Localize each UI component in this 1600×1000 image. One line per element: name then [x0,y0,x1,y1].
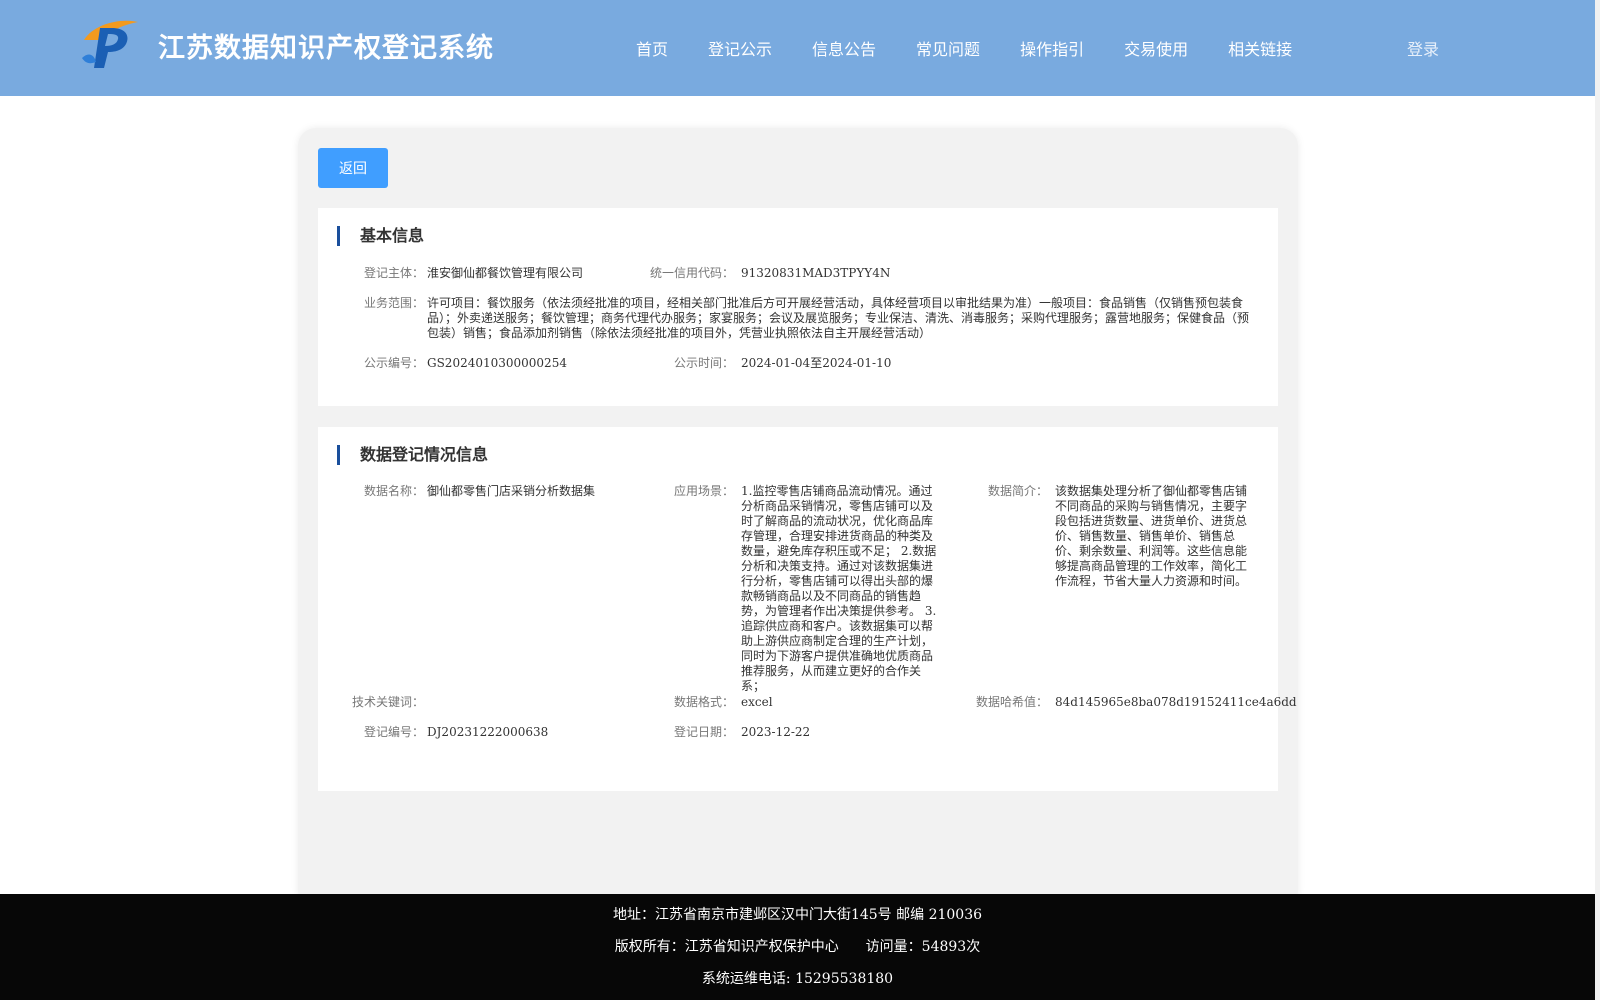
value-application-scene: 1.监控零售店铺商品流动情况。通过分析商品采销情况，零售店铺可以及时了解商品的流… [741,484,937,693]
nav-faq[interactable]: 常见问题 [916,36,980,60]
label-registration-date: 登记日期： [673,725,734,739]
site-title: 江苏数据知识产权登记系统 [158,33,494,64]
label-subject: 登记主体： [363,266,424,280]
value-subject: 淮安御仙都餐饮管理有限公司 [427,266,584,280]
site-logo-icon[interactable] [80,18,142,72]
label-application-scene: 应用场景： [673,484,734,498]
label-notice-time: 公示时间： [673,356,734,370]
nav-home[interactable]: 首页 [636,36,668,60]
login-link[interactable]: 登录 [1407,36,1439,60]
value-data-name: 御仙都零售门店采销分析数据集 [427,484,596,498]
main-nav: 首页 登记公示 信息公告 常见问题 操作指引 交易使用 相关链接 [636,0,1332,96]
section-title-data-registration: 数据登记情况信息 [337,445,488,465]
label-data-intro: 数据简介： [987,484,1048,498]
value-business-scope: 许可项目：餐饮服务（依法须经批准的项目，经相关部门批准后方可开展经营活动，具体经… [427,296,1250,340]
nav-announcements[interactable]: 信息公告 [812,36,876,60]
basic-info-panel: 基本信息 登记主体： 淮安御仙都餐饮管理有限公司 统一信用代码： 9132083… [318,208,1278,406]
scrollbar[interactable] [1595,0,1600,1000]
nav-guide[interactable]: 操作指引 [1020,36,1084,60]
back-button[interactable]: 返回 [318,148,388,188]
value-notice-no: GS2024010300000254 [427,356,567,370]
value-data-intro: 该数据集处理分析了御仙都零售店铺不同商品的采购与销售情况，主要字段包括进货数量、… [1055,484,1248,588]
footer-address: 地址：江苏省南京市建邺区汉中门大街145号 邮编 210036 [612,907,983,923]
label-notice-no: 公示编号： [363,356,424,370]
value-registration-date: 2023-12-22 [741,725,811,739]
label-tech-keywords: 技术关键词： [351,695,424,709]
label-data-name: 数据名称： [363,484,424,498]
value-notice-time: 2024-01-04至2024-01-10 [741,356,892,370]
footer-copyright-line: 版权所有：江苏省知识产权保护中心 访问量：54893次 [0,936,1595,956]
label-credit-code: 统一信用代码： [649,266,734,280]
footer-copyright: 版权所有：江苏省知识产权保护中心 [614,939,839,955]
value-data-hash: 84d145965e8ba078d19152411ce4a6dd [1055,695,1297,709]
label-registration-no: 登记编号： [363,725,424,739]
data-registration-panel: 数据登记情况信息 数据名称： 御仙都零售门店采销分析数据集 应用场景： 1.监控… [318,427,1297,791]
footer-phone: 系统运维电话: 15295538180 [701,971,894,987]
label-data-hash: 数据哈希值： [975,695,1048,709]
value-registration-no: DJ20231222000638 [427,725,549,739]
top-header: 江苏数据知识产权登记系统 首页 登记公示 信息公告 常见问题 操作指引 交易使用… [0,0,1595,96]
nav-registration-notice[interactable]: 登记公示 [708,36,772,60]
value-data-format: excel [741,695,773,709]
section-title-basic: 基本信息 [337,226,424,246]
label-business-scope: 业务范围： [363,296,424,310]
footer-visits: 访问量：54893次 [865,939,981,955]
site-footer: 地址：江苏省南京市建邺区汉中门大街145号 邮编 210036 版权所有：江苏省… [0,894,1595,1000]
label-data-format: 数据格式： [673,695,734,709]
value-credit-code: 91320831MAD3TPYY4N [741,266,891,280]
nav-links[interactable]: 相关链接 [1228,36,1292,60]
nav-trade-use[interactable]: 交易使用 [1124,36,1188,60]
